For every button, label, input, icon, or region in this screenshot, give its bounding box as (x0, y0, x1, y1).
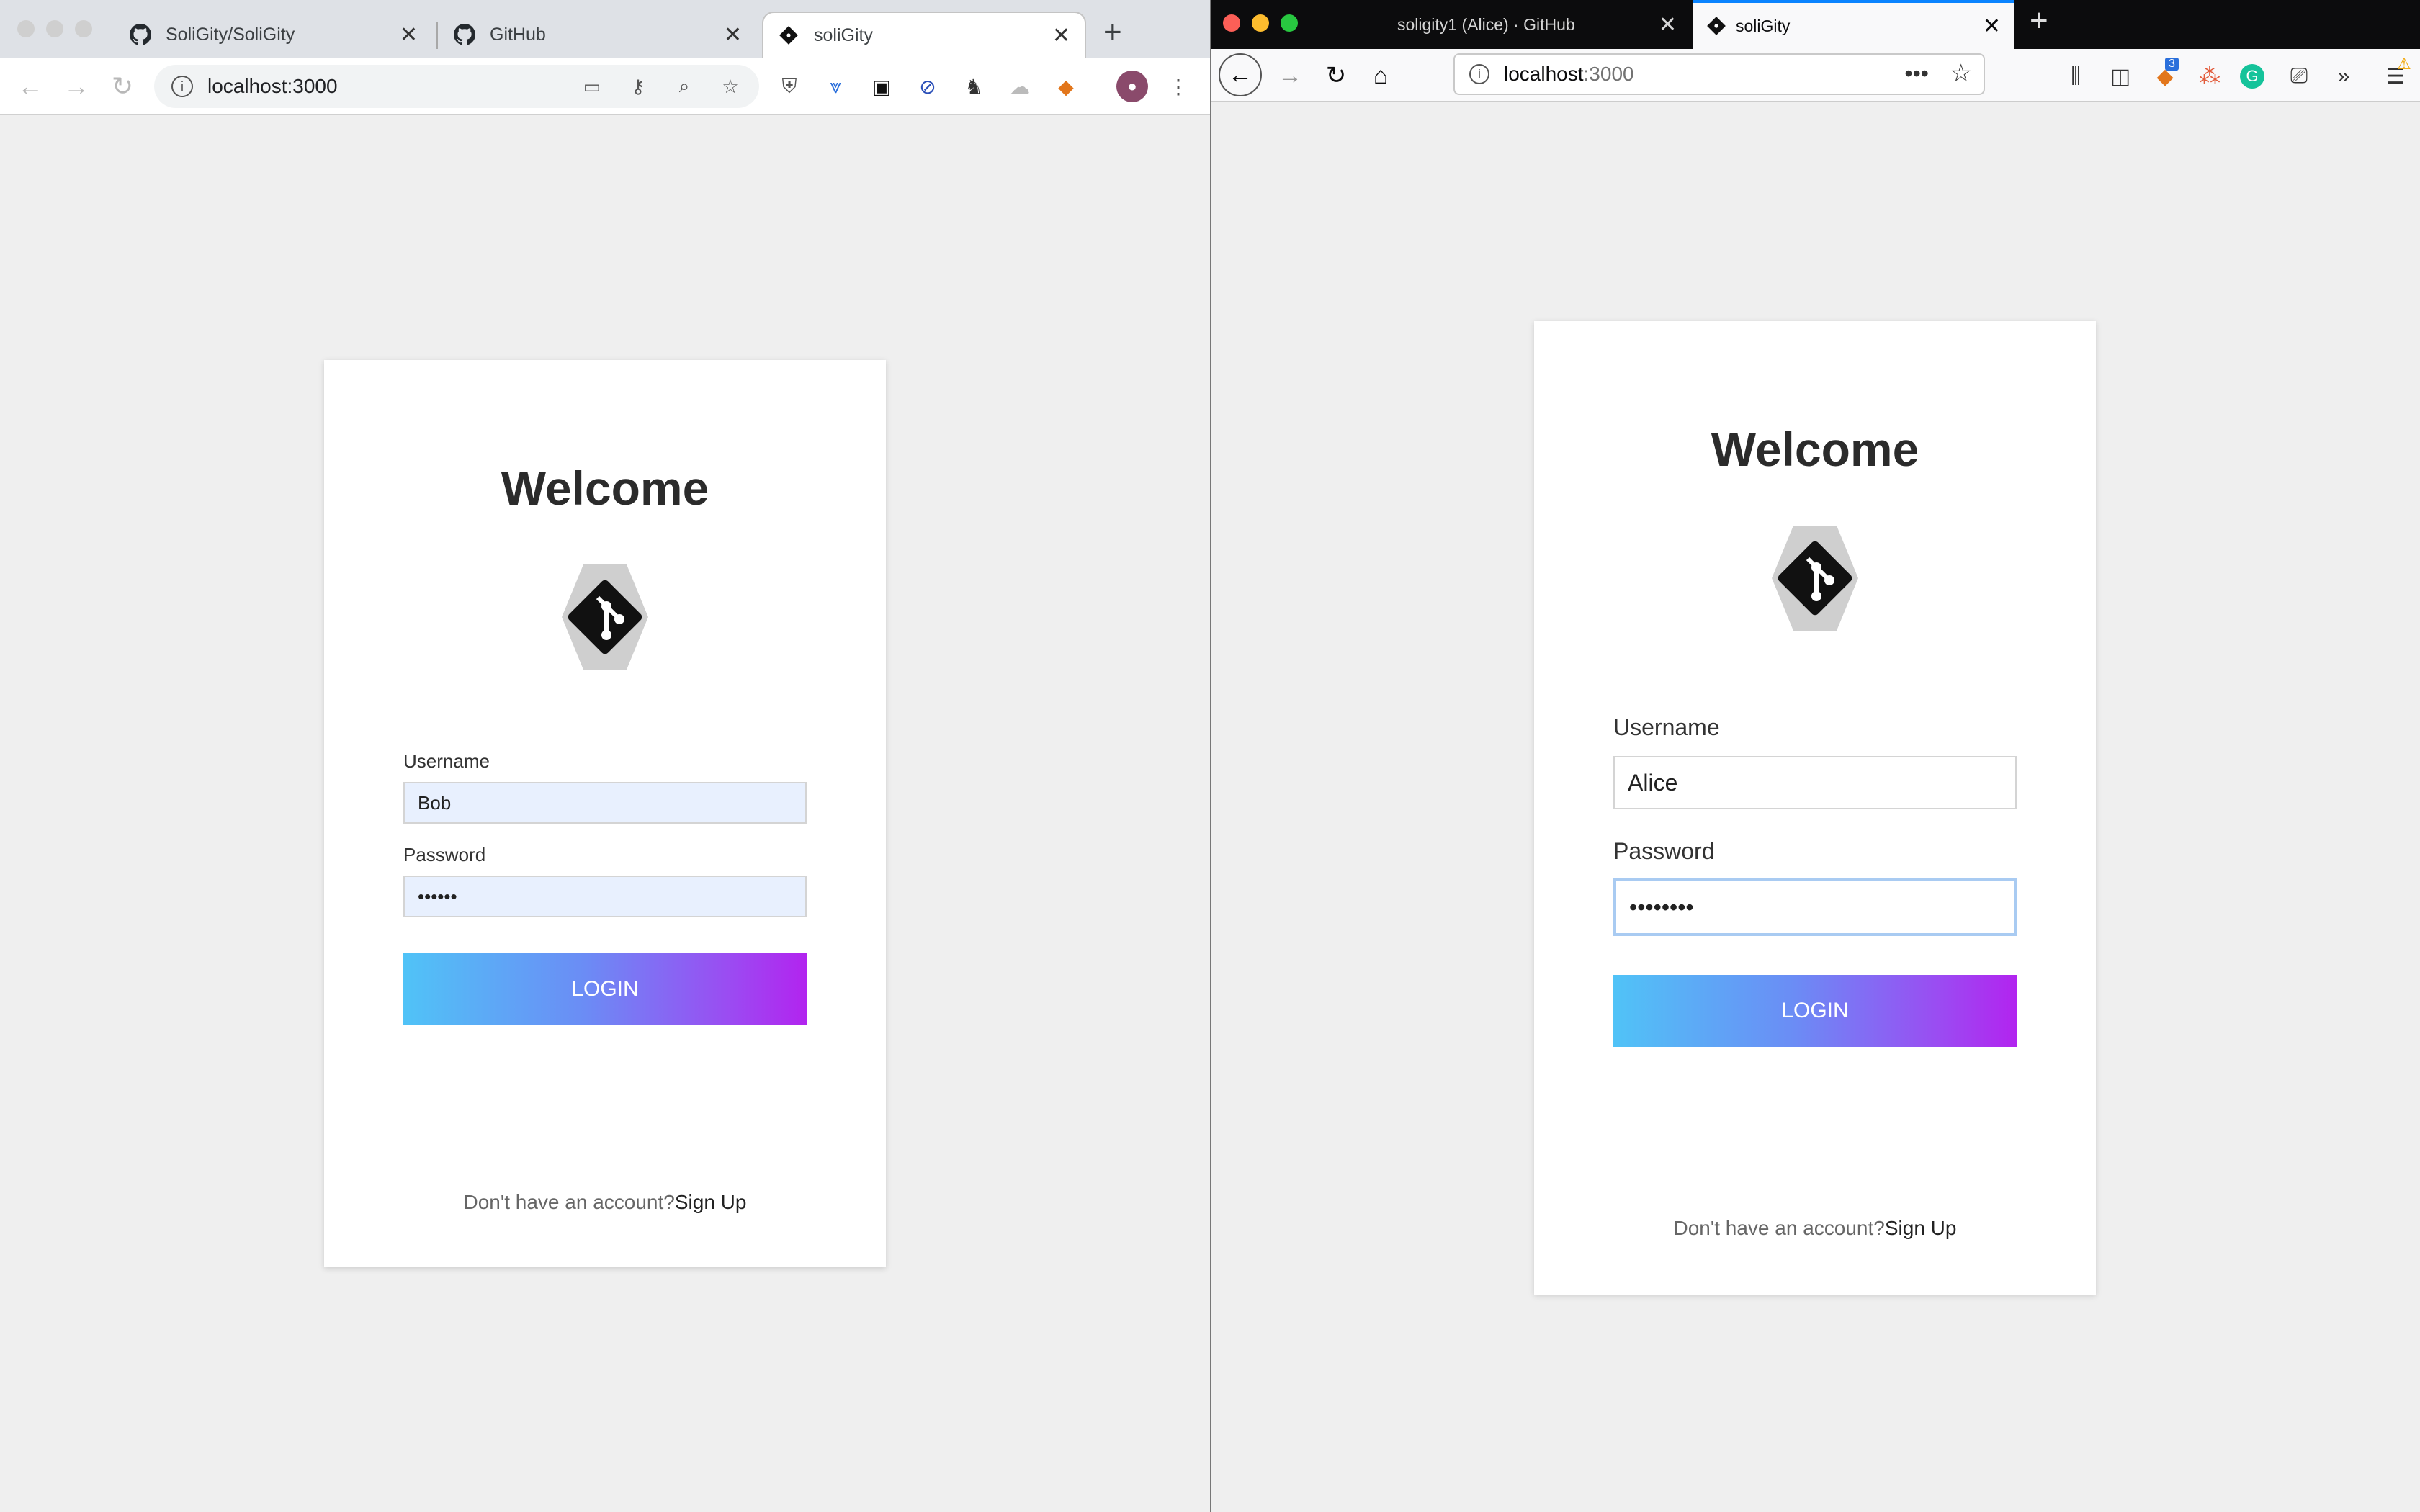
signup-prompt-text: Don't have an account? (463, 1191, 675, 1213)
username-label: Username (1613, 714, 1720, 740)
window-close-button[interactable] (17, 20, 35, 37)
password-input[interactable] (1613, 878, 2017, 936)
url-host: localhost (1504, 63, 1584, 85)
chrome-tab-strip: SoliGity/SoliGity ✕ GitHub ✕ soliGity ✕ … (0, 0, 1210, 58)
github-icon (130, 24, 151, 45)
chrome-tab-soligity-repo[interactable]: SoliGity/SoliGity ✕ (115, 12, 432, 58)
firefox-tab-soligity-active[interactable]: soliGity ✕ (1693, 0, 2014, 49)
firefox-toolbar: ← → ↻ ⌂ i localhost:3000 ••• ☆ (1211, 49, 2420, 102)
password-label: Password (403, 844, 486, 865)
login-button[interactable]: LOGIN (403, 953, 807, 1025)
mask-extension-icon[interactable]: ♞ (959, 72, 988, 101)
grammarly-icon[interactable]: G (2240, 64, 2264, 89)
back-arrow-icon[interactable]: ← (1219, 53, 1262, 96)
tab-title: soligity1 (Alice) · GitHub (1397, 14, 1575, 34)
cloud-extension-icon[interactable]: ☁ (1005, 72, 1034, 101)
chrome-window: SoliGity/SoliGity ✕ GitHub ✕ soliGity ✕ … (0, 0, 1210, 1512)
bookmark-star-icon[interactable]: ☆ (1950, 59, 1972, 88)
address-bar[interactable]: i localhost:3000 ••• ☆ (1453, 53, 1985, 95)
soligity-favicon-icon (1707, 17, 1726, 35)
firefox-tab-strip: soligity1 (Alice) · GitHub ✕ soliGity ✕ … (1211, 0, 2420, 49)
window-maximize-button[interactable] (75, 20, 92, 37)
password-label: Password (1613, 838, 1715, 864)
signup-prompt-text: Don't have an account? (1673, 1217, 1885, 1239)
network-extension-icon[interactable]: ⁂ (2195, 62, 2224, 91)
sidebar-icon[interactable]: ◫ (2106, 62, 2135, 91)
tab-title: SoliGity/SoliGity (166, 24, 295, 45)
welcome-heading: Welcome (501, 462, 709, 515)
close-tab-icon[interactable]: ✕ (724, 22, 742, 48)
firefox-tab-github-alice[interactable]: soligity1 (Alice) · GitHub ✕ (1366, 0, 1690, 49)
page-actions-icon[interactable]: ••• (1904, 60, 1929, 87)
login-card: Welcome Username Password LOGIN Don't ha… (324, 360, 886, 1267)
window-minimize-button[interactable] (46, 20, 63, 37)
extension-v-icon[interactable]: ⩔ (821, 72, 850, 101)
address-url: localhost:3000 (1504, 63, 1634, 86)
notification-badge: 3 (2165, 58, 2179, 71)
reload-icon[interactable]: ↻ (107, 71, 138, 102)
new-tab-icon[interactable]: + (1103, 14, 1122, 50)
key-icon[interactable]: ⚷ (625, 73, 651, 99)
home-icon[interactable]: ⌂ (1364, 59, 1397, 92)
overflow-chevron-icon[interactable]: » (2329, 62, 2358, 91)
signup-prompt: Don't have an account?Sign Up (324, 1191, 886, 1214)
window-minimize-button[interactable] (1252, 14, 1269, 32)
info-icon[interactable]: i (1469, 64, 1489, 84)
chrome-tab-github[interactable]: GitHub ✕ (439, 12, 756, 58)
address-bar[interactable]: i localhost:3000 ▭ ⚷ ⌕ ☆ (154, 65, 759, 108)
soligity-favicon-icon (778, 24, 799, 46)
signup-link[interactable]: Sign Up (675, 1191, 747, 1213)
new-tab-icon[interactable]: + (2030, 3, 2048, 39)
screenshot-icon[interactable]: ⎚ (2285, 62, 2313, 91)
git-logo-icon (562, 564, 648, 670)
metamask-fox-icon[interactable]: ◆ (1052, 72, 1080, 101)
back-arrow-icon[interactable]: ← (14, 71, 46, 102)
profile-avatar[interactable]: ● (1116, 71, 1148, 102)
cast-icon[interactable]: ▭ (579, 73, 605, 99)
url-port: :3000 (1583, 63, 1634, 85)
library-icon[interactable]: ⫼ (2061, 62, 2090, 91)
login-button[interactable]: LOGIN (1613, 975, 2017, 1047)
menu-kebab-icon[interactable]: ⋮ (1164, 72, 1193, 101)
password-input[interactable] (403, 876, 807, 917)
warning-icon: ⚠ (2397, 55, 2411, 73)
bookmark-star-icon[interactable]: ☆ (717, 73, 743, 99)
username-input[interactable] (1613, 756, 2017, 809)
window-maximize-button[interactable] (1281, 14, 1298, 32)
extension-app-icon[interactable]: ▣ (867, 72, 896, 101)
firefox-window: soligity1 (Alice) · GitHub ✕ soliGity ✕ … (1210, 0, 2420, 1512)
tab-title: soliGity (814, 24, 873, 45)
tab-separator (436, 22, 438, 49)
block-extension-icon[interactable]: ⊘ (913, 72, 942, 101)
git-logo-icon (1772, 526, 1858, 631)
address-url: localhost:3000 (207, 75, 338, 97)
forward-arrow-icon[interactable]: → (60, 71, 92, 102)
username-input[interactable] (403, 782, 807, 824)
tab-title: GitHub (490, 24, 546, 45)
shield-extension-icon[interactable]: ⛨ (775, 72, 804, 101)
signup-prompt: Don't have an account?Sign Up (1534, 1217, 2096, 1240)
login-card: Welcome Username Password LOGIN Don't ha… (1534, 321, 2096, 1295)
metamask-fox-icon[interactable]: ◆ 3 (2151, 58, 2179, 91)
info-icon[interactable]: i (171, 76, 193, 97)
close-tab-icon[interactable]: ✕ (1659, 12, 1677, 37)
tab-title: soliGity (1736, 16, 1791, 35)
signup-link[interactable]: Sign Up (1885, 1217, 1957, 1239)
chrome-tab-soligity-active[interactable]: soliGity ✕ (762, 12, 1086, 58)
zoom-icon[interactable]: ⌕ (671, 73, 697, 99)
reload-icon[interactable]: ↻ (1319, 59, 1353, 92)
username-label: Username (403, 750, 490, 772)
welcome-heading: Welcome (1711, 423, 1919, 476)
close-tab-icon[interactable]: ✕ (400, 22, 418, 48)
close-tab-icon[interactable]: ✕ (1052, 23, 1070, 48)
window-close-button[interactable] (1223, 14, 1240, 32)
close-tab-icon[interactable]: ✕ (1983, 14, 2001, 39)
forward-arrow-icon[interactable]: → (1273, 59, 1307, 92)
github-icon (454, 24, 475, 45)
